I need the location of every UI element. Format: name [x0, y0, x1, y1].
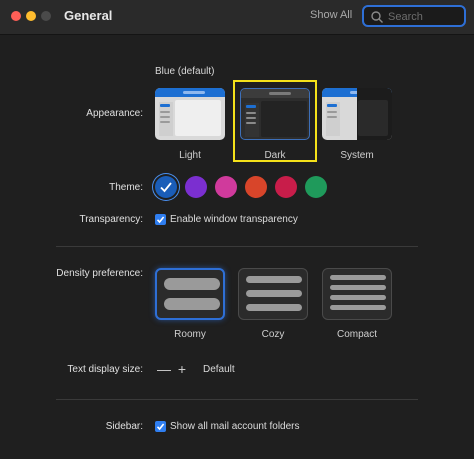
window-title: General [64, 8, 113, 23]
appearance-system-option[interactable] [322, 88, 392, 140]
minimize-window-button[interactable] [26, 11, 36, 21]
search-input[interactable] [386, 8, 466, 26]
appearance-light-option[interactable] [155, 88, 225, 140]
density-compact-caption: Compact [336, 329, 377, 340]
card-content [175, 100, 221, 136]
card-content [358, 100, 388, 136]
show-all-button[interactable]: Show All [310, 9, 352, 21]
mini-line [160, 104, 170, 107]
sidebar-checkbox-label: Show all mail account folders [170, 421, 300, 432]
density-cozy-caption: Cozy [261, 329, 285, 340]
checkmark-icon [160, 182, 172, 193]
card-sidebar [245, 103, 259, 137]
theme-swatch[interactable] [215, 176, 237, 198]
title-bar: General Show All [0, 0, 474, 35]
checkmark-icon [156, 423, 165, 431]
theme-swatch[interactable] [185, 176, 207, 198]
mini-line [160, 121, 170, 123]
mini-line [246, 117, 256, 119]
mini-line [160, 116, 170, 118]
text-size-label: Text display size: [67, 364, 143, 375]
divider [56, 246, 418, 247]
density-roomy-caption: Roomy [174, 329, 206, 340]
density-bar [246, 304, 302, 311]
theme-label: Theme: [109, 182, 143, 193]
density-bar [164, 278, 220, 290]
density-bar [246, 276, 302, 283]
appearance-system-caption: System [340, 150, 374, 161]
mini-line [160, 111, 170, 113]
appearance-dark-caption: Dark [264, 150, 286, 161]
density-cozy-option[interactable] [238, 268, 308, 320]
density-bar [164, 298, 220, 310]
card-content [261, 101, 307, 137]
mini-line [327, 116, 337, 118]
density-label: Density preference: [56, 268, 143, 279]
decrease-text-size-button[interactable]: — [156, 362, 172, 378]
search-field[interactable] [362, 5, 466, 27]
theme-swatch[interactable] [275, 176, 297, 198]
mini-line [246, 122, 256, 124]
theme-swatch[interactable] [305, 176, 327, 198]
card-pill [183, 91, 205, 94]
card-sidebar [326, 102, 340, 136]
theme-swatch[interactable] [245, 176, 267, 198]
transparency-checkbox[interactable] [155, 214, 166, 225]
mini-line [246, 105, 256, 108]
density-compact-option[interactable] [322, 268, 392, 320]
density-bar [330, 295, 386, 300]
appearance-light-caption: Light [179, 150, 201, 161]
zoom-window-button[interactable] [41, 11, 51, 21]
card-sidebar [159, 102, 173, 136]
transparency-label: Transparency: [79, 214, 143, 225]
theme-swatch[interactable] [155, 176, 177, 198]
density-bar [330, 275, 386, 280]
text-size-value: Default [203, 364, 235, 375]
close-window-button[interactable] [11, 11, 21, 21]
transparency-checkbox-label: Enable window transparency [170, 214, 298, 225]
sidebar-label: Sidebar: [105, 421, 143, 432]
divider [56, 399, 418, 400]
text-size-stepper: — + [156, 362, 190, 378]
sidebar-checkbox[interactable] [155, 421, 166, 432]
mini-line [327, 104, 337, 107]
mini-line [327, 111, 337, 113]
appearance-label: Appearance: [86, 108, 143, 119]
card-pill [269, 92, 291, 95]
checkmark-icon [156, 216, 165, 224]
density-bar [330, 305, 386, 310]
search-icon [371, 11, 383, 23]
increase-text-size-button[interactable]: + [174, 362, 190, 378]
appearance-header: Blue (default) [155, 66, 215, 77]
density-bar [246, 290, 302, 297]
mini-line [246, 112, 256, 114]
density-bar [330, 285, 386, 290]
appearance-dark-option[interactable] [240, 88, 310, 140]
density-roomy-option[interactable] [155, 268, 225, 320]
